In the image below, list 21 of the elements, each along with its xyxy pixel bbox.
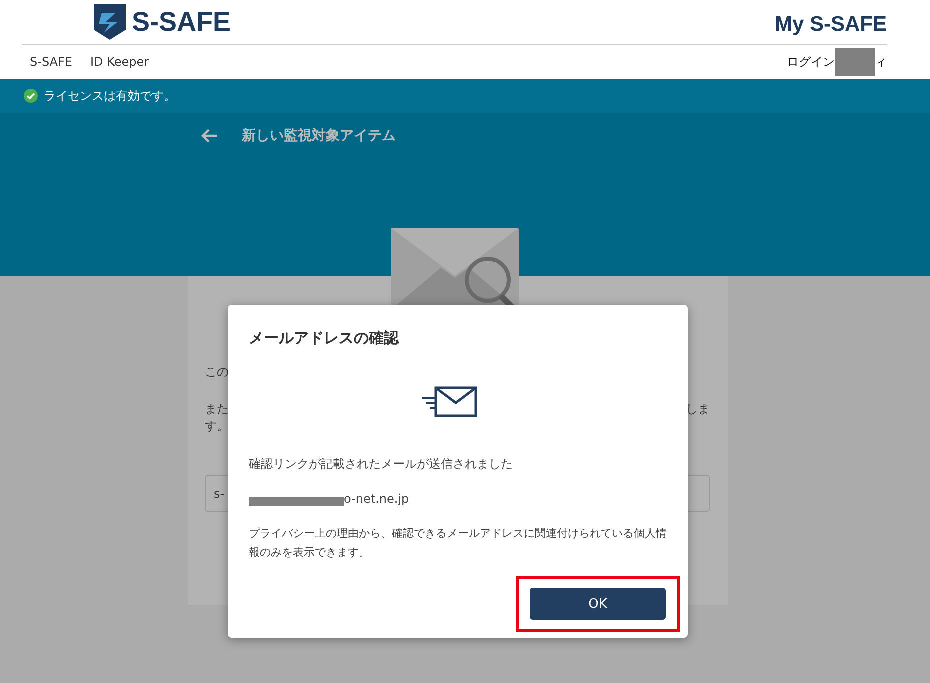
dialog-title: メールアドレスの確認 bbox=[249, 329, 400, 348]
shield-logo-icon bbox=[94, 4, 126, 40]
site-title: My S-SAFE bbox=[774, 13, 887, 37]
email-address: o-net.ne.jp bbox=[344, 492, 410, 506]
page-title: 新しい監視対象アイテム bbox=[242, 127, 396, 145]
license-status: ライセンスは有効です。 bbox=[44, 88, 176, 104]
body-text: また bbox=[205, 401, 229, 418]
privacy-note: プライバシー上の理由から、確認できるメールアドレスに関連付けられている個人情報のみを表示できます。 bbox=[249, 526, 667, 561]
body-text: しま bbox=[686, 401, 710, 418]
sent-mail-icon bbox=[422, 386, 478, 418]
nav-link[interactable]: S-SAFE bbox=[30, 55, 72, 69]
logo-text: S-SAFE bbox=[132, 6, 232, 38]
check-icon bbox=[24, 89, 38, 103]
login-label: ログイン bbox=[787, 54, 835, 70]
ok-button[interactable]: OK bbox=[530, 588, 666, 620]
nav-link[interactable]: ID Keeper bbox=[90, 55, 150, 69]
dialog-message: 確認リンクが記載されたメールが送信されました bbox=[249, 456, 514, 473]
login-name: ィ bbox=[875, 54, 887, 70]
redaction-block bbox=[835, 48, 875, 76]
body-text: す。 bbox=[205, 418, 230, 435]
back-arrow-icon[interactable] bbox=[200, 128, 218, 144]
